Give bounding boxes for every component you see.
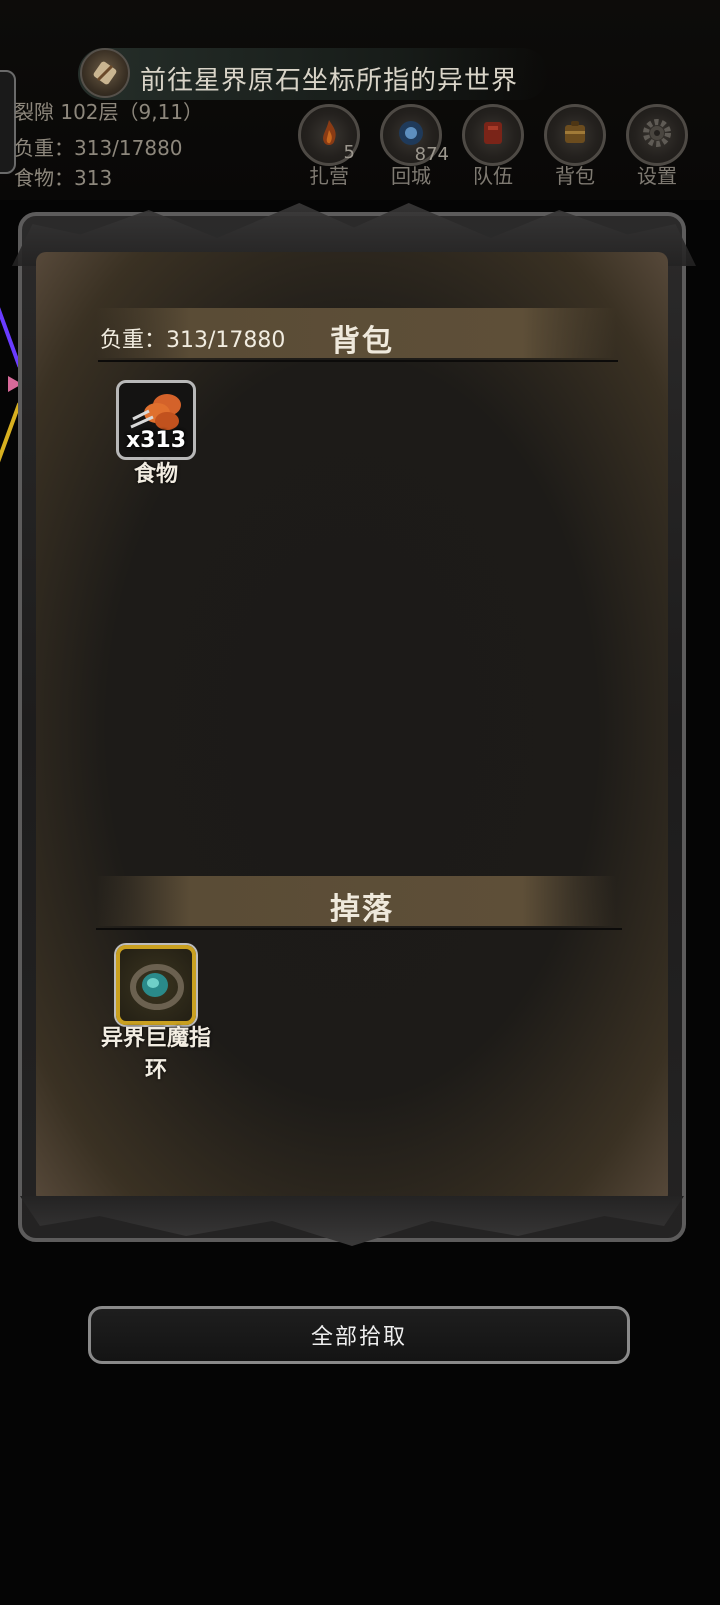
location-text: 裂隙 102层（9,11） [14, 100, 204, 124]
ring-item-slot[interactable] [116, 945, 196, 1025]
team-icon [476, 116, 510, 154]
backpack-title: 背包 [330, 324, 394, 359]
food-quantity: x313 [125, 428, 187, 453]
gear-icon [639, 115, 675, 155]
return-town-count: 874 [414, 144, 449, 165]
backpack-button[interactable]: 背包 [542, 104, 608, 189]
quest-text[interactable]: 前往星界原石坐标所指的异世界 [140, 60, 518, 97]
camp-count: 5 [343, 142, 355, 163]
ring-item-name-line1: 异界巨魔指 [100, 1026, 211, 1051]
ring-item-name-line2: 环 [144, 1058, 167, 1083]
gem-ring-icon [128, 957, 186, 1019]
backpack-weight: 负重：313/17880 [100, 328, 286, 353]
camp-button[interactable]: 5 扎营 [296, 104, 362, 189]
campfire-icon [312, 116, 346, 154]
return-town-button[interactable]: 874 回城 [378, 104, 449, 189]
drops-title: 掉落 [330, 892, 394, 927]
pickup-all-button[interactable]: 全部拾取 [88, 1306, 630, 1364]
scroll-icon[interactable] [80, 48, 130, 98]
food-text: 食物：313 [14, 166, 113, 190]
weight-text: 负重：313/17880 [14, 136, 183, 160]
backpack-divider [98, 360, 618, 362]
backpack-icon [558, 116, 592, 154]
food-item-name: 食物 [133, 462, 178, 487]
settings-button[interactable]: 设置 [624, 104, 690, 189]
team-button[interactable]: 队伍 [460, 104, 526, 189]
drops-divider [96, 928, 622, 930]
